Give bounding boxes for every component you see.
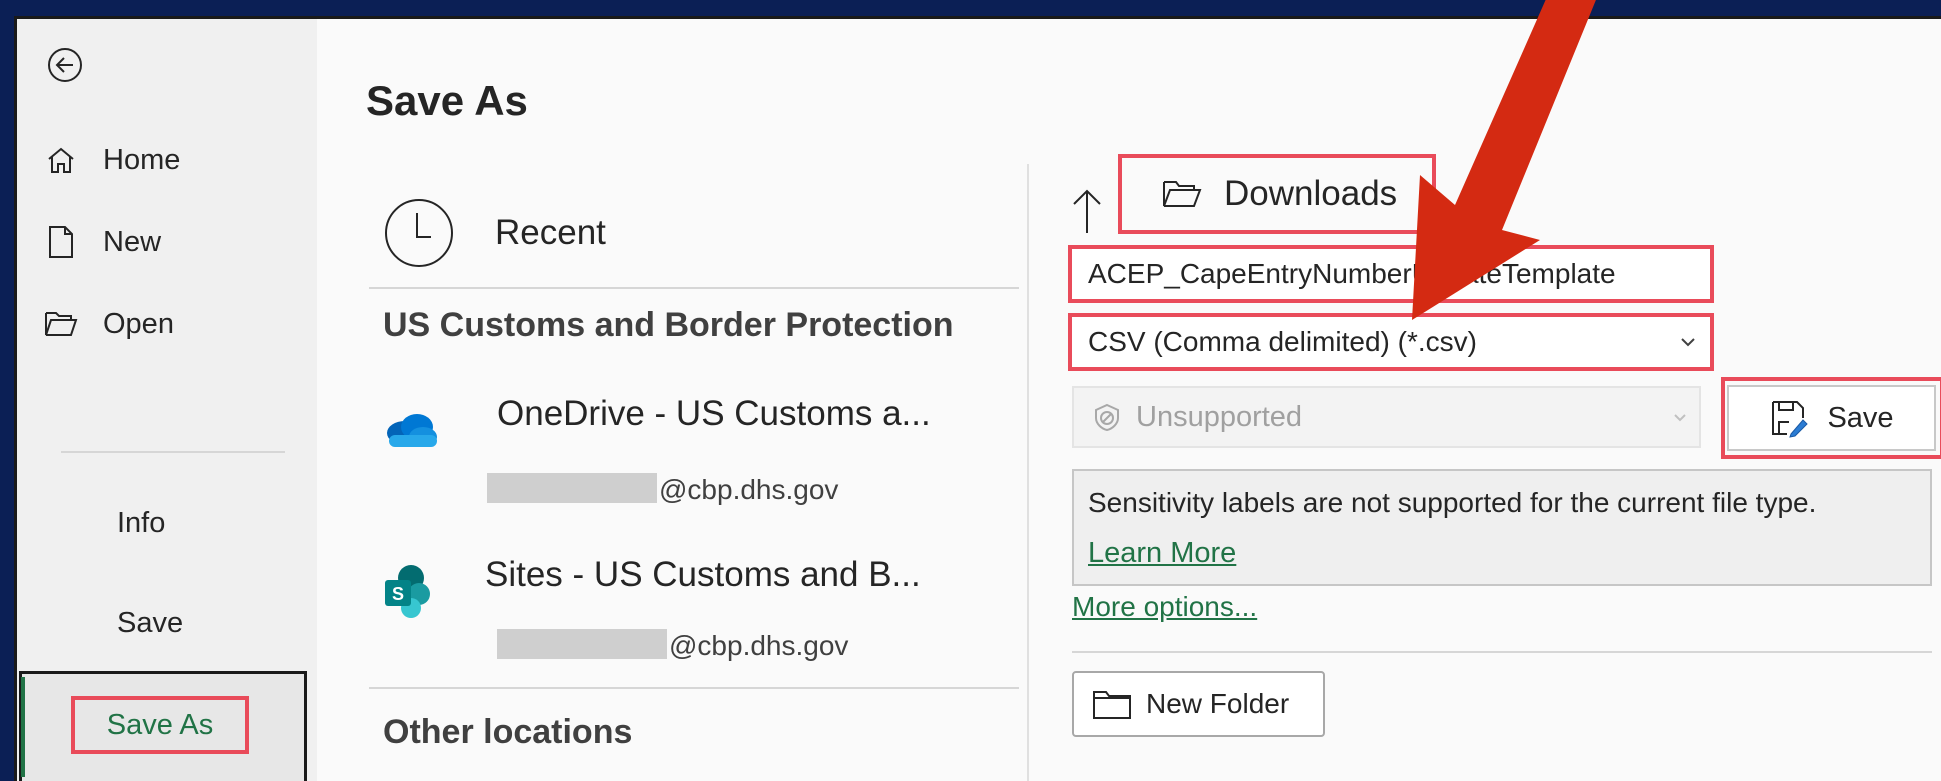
nav-saveas-highlight[interactable]: Save As (71, 696, 249, 754)
nav-new-label: New (103, 225, 162, 258)
nav-open[interactable]: Open (43, 299, 174, 349)
nav-info[interactable]: Info (117, 507, 165, 540)
learn-more-link[interactable]: Learn More (1088, 537, 1236, 570)
page-title: Save As (366, 77, 528, 124)
onedrive-icon (387, 414, 437, 447)
nav-divider (61, 451, 285, 453)
save-icon (1772, 401, 1809, 438)
folder-name: Downloads (1224, 174, 1398, 213)
chevron-down-icon (1681, 338, 1695, 347)
svg-text:S: S (392, 584, 404, 604)
new-folder-button[interactable]: New Folder (1072, 671, 1325, 737)
home-icon (43, 142, 79, 178)
current-folder-breadcrumb[interactable]: Downloads (1118, 154, 1436, 234)
recent-label: Recent (495, 213, 606, 252)
save-button-label: Save (1827, 401, 1894, 434)
sharepoint-icon: S (385, 565, 430, 618)
nav-home-label: Home (103, 143, 181, 176)
chevron-down-icon (1674, 413, 1686, 421)
notice-text: Sensitivity labels are not supported for… (1088, 487, 1817, 518)
save-button[interactable]: Save (1727, 385, 1936, 451)
sensitivity-disabled-icon (1095, 403, 1119, 432)
location-sites[interactable]: S Sites - US Customs and B... (383, 555, 921, 620)
filetype-select[interactable]: CSV (Comma delimited) (*.csv) (1068, 313, 1714, 371)
nav-new[interactable]: New (43, 217, 161, 267)
divider (1072, 651, 1932, 653)
filetype-value: CSV (Comma delimited) (*.csv) (1088, 326, 1477, 357)
folder-open-icon (43, 306, 79, 342)
backstage-nav: Home New Open Info Save Save As (17, 19, 317, 781)
sensitivity-select: Unsupported (1072, 386, 1701, 448)
sensitivity-value: Unsupported (1136, 400, 1303, 433)
new-folder-label: New Folder (1146, 688, 1290, 719)
location-recent[interactable]: Recent (383, 197, 606, 269)
more-options-link[interactable]: More options... (1072, 591, 1257, 623)
back-button[interactable] (47, 47, 83, 83)
onedrive-email: @cbp.dhs.gov (659, 474, 839, 505)
sensitivity-notice: Sensitivity labels are not supported for… (1072, 469, 1932, 586)
filename-input[interactable]: ACEP_CapeEntryNumberUpdateTemplate (1068, 245, 1714, 303)
onedrive-label: OneDrive - US Customs a... (497, 394, 931, 433)
back-arrow-icon (48, 48, 82, 82)
selection-indicator (21, 677, 25, 777)
up-folder-icon[interactable] (1070, 187, 1104, 235)
redacted-username (487, 473, 657, 503)
new-folder-icon (1093, 691, 1131, 719)
org-heading: US Customs and Border Protection (383, 306, 954, 344)
folder-icon (1163, 181, 1202, 207)
divider (369, 287, 1019, 289)
panel-divider (1027, 164, 1029, 781)
other-locations-heading: Other locations (383, 713, 633, 751)
new-file-icon (43, 224, 79, 260)
clock-icon (385, 199, 453, 267)
redacted-username (497, 629, 667, 659)
sites-label: Sites - US Customs and B... (485, 555, 921, 594)
nav-saveas-label: Save As (106, 708, 214, 741)
filename-value: ACEP_CapeEntryNumberUpdateTemplate (1088, 258, 1616, 289)
divider (369, 687, 1019, 689)
nav-save[interactable]: Save (117, 607, 183, 640)
location-onedrive[interactable]: OneDrive - US Customs a... (383, 394, 931, 449)
sites-email: @cbp.dhs.gov (669, 630, 849, 661)
nav-home[interactable]: Home (43, 135, 180, 185)
nav-open-label: Open (103, 307, 174, 340)
save-as-window: Home New Open Info Save Save As Save As (14, 16, 1941, 781)
